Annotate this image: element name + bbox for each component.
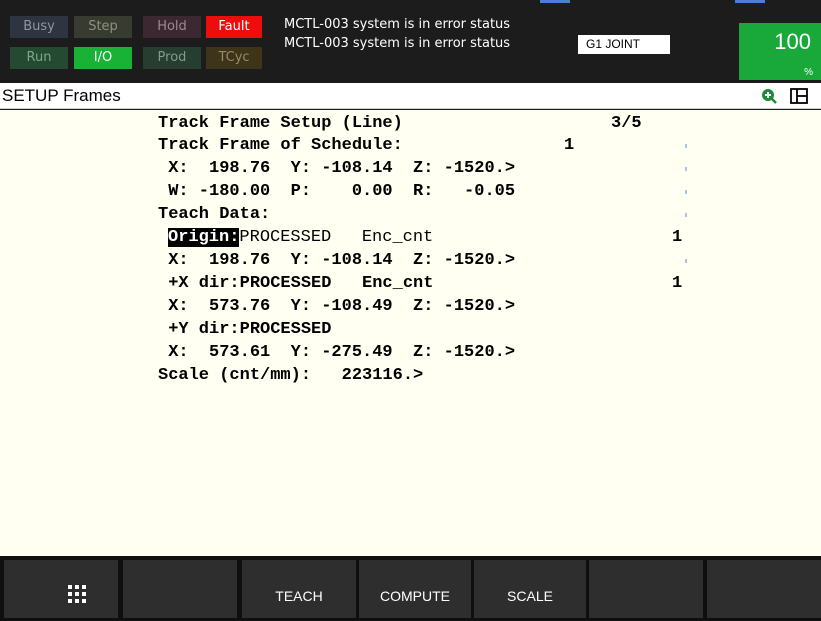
scroll-marker	[685, 213, 687, 217]
origin-status: PROCESSED Enc_cnt	[239, 228, 434, 247]
scroll-marker	[685, 167, 687, 171]
menu-softkey[interactable]	[4, 560, 118, 618]
ydir-xyz: X: 573.61 Y: -275.49 Z: -1520.>	[158, 343, 516, 362]
step-indicator: Step	[74, 16, 132, 38]
override-value: 100	[774, 29, 811, 54]
frame-wpr: W: -180.00 P: 0.00 R: -0.05	[158, 182, 516, 201]
grid-menu-icon	[68, 585, 86, 603]
xdir-enc-count: 1	[672, 274, 683, 293]
run-indicator: Run	[10, 47, 68, 69]
hold-indicator: Hold	[143, 16, 201, 38]
softkey-f1[interactable]	[123, 560, 237, 618]
scroll-marker	[685, 144, 687, 148]
ydir-row[interactable]: +Y dir:PROCESSED	[158, 319, 331, 341]
teach-data-label: Teach Data:	[158, 205, 271, 224]
screen-header: Track Frame Setup (Line)	[158, 114, 403, 133]
xdir-row[interactable]: +X dir:PROCESSED Enc_cnt	[158, 273, 433, 295]
compute-softkey[interactable]: COMPUTE	[359, 560, 471, 618]
schedule-label: Track Frame of Schedule:	[158, 136, 403, 155]
status-bar: Busy Step Hold Fault Run I/O Prod TCyc M…	[0, 0, 821, 80]
origin-row[interactable]: Origin:PROCESSED Enc_cnt	[168, 227, 433, 249]
alarm-message-2: MCTL-003 system is in error status	[284, 36, 511, 51]
override-unit: %	[804, 67, 813, 78]
softkey-next[interactable]	[707, 560, 821, 618]
scroll-marker	[685, 190, 687, 194]
top-accent-strip	[735, 0, 765, 3]
split-screen-icon[interactable]	[790, 88, 808, 104]
busy-indicator: Busy	[10, 16, 68, 38]
top-accent-strip	[540, 0, 570, 3]
alarm-message-1: MCTL-003 system is in error status	[284, 17, 511, 32]
prod-indicator: Prod	[143, 47, 201, 69]
schedule-value[interactable]: 1	[564, 135, 574, 157]
jog-frame-badge[interactable]: G1 JOINT	[578, 35, 670, 54]
zoom-in-icon[interactable]	[761, 88, 777, 104]
page-indicator: 3/5	[611, 114, 642, 133]
origin-label[interactable]: Origin:	[168, 228, 240, 247]
function-key-bar: TEACH COMPUTE SCALE	[0, 556, 821, 621]
origin-xyz: X: 198.76 Y: -108.14 Z: -1520.>	[158, 251, 516, 270]
override-display[interactable]: 100 %	[739, 23, 821, 80]
teach-softkey[interactable]: TEACH	[242, 560, 356, 618]
io-indicator: I/O	[74, 47, 132, 69]
xdir-xyz: X: 573.76 Y: -108.49 Z: -1520.>	[158, 297, 516, 316]
scale-softkey[interactable]: SCALE	[474, 560, 586, 618]
tcyc-indicator: TCyc	[206, 47, 262, 69]
title-bar: SETUP Frames	[0, 83, 821, 109]
page-title: SETUP Frames	[2, 86, 121, 105]
scroll-marker	[685, 259, 687, 263]
scale-row[interactable]: Scale (cnt/mm): 223116.>	[158, 365, 423, 387]
origin-enc-count: 1	[672, 228, 683, 247]
teach-pendant-screen: Track Frame Setup (Line) 3/5 Track Frame…	[0, 110, 821, 556]
fault-indicator: Fault	[206, 16, 262, 38]
softkey-f5[interactable]	[589, 560, 703, 618]
frame-xyz: X: 198.76 Y: -108.14 Z: -1520.>	[158, 159, 516, 178]
